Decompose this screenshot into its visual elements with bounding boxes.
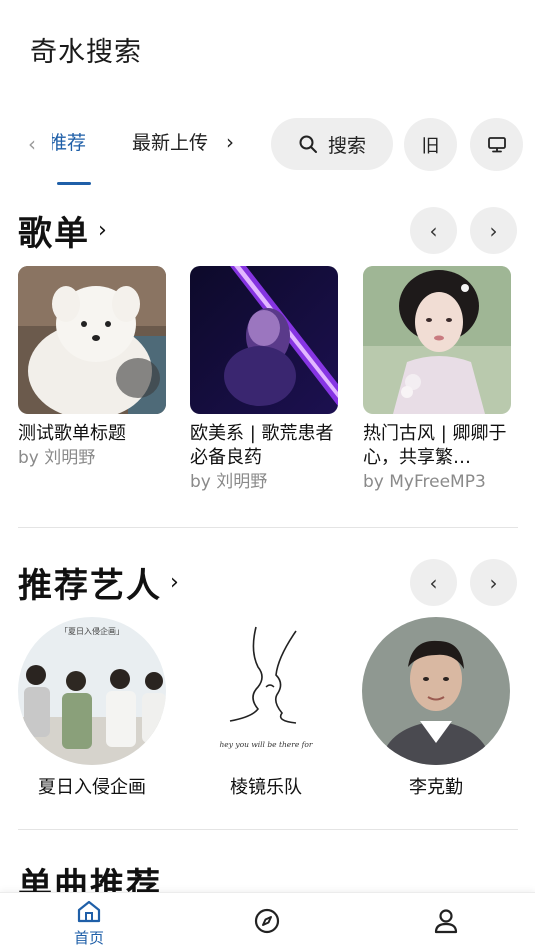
playlist-author: by 刘明野 — [18, 448, 96, 468]
artist-name: 棱镜乐队 — [230, 777, 302, 798]
playlist-card[interactable]: 欧美系 | 歌荒患者必备良药 by 刘明野 — [190, 266, 339, 494]
section-title: 推荐艺人 — [18, 566, 162, 606]
artists-prev-button[interactable]: ‹ — [410, 559, 457, 606]
search-icon — [299, 135, 317, 153]
artists-next-button[interactable]: › — [470, 559, 517, 606]
monitor-icon — [487, 136, 506, 152]
artist-name: 夏日入侵企画 — [38, 777, 146, 798]
old-version-button[interactable]: 旧 — [404, 118, 457, 171]
tab-list: 推荐 最新上传 — [52, 128, 224, 162]
playlist-author: by 刘明野 — [190, 472, 268, 492]
playlists-next-button[interactable]: › — [470, 207, 517, 254]
nav-profile[interactable] — [406, 907, 486, 939]
section-divider — [18, 527, 518, 528]
chevron-right-icon: › — [489, 570, 498, 595]
chevron-right-icon: › — [489, 218, 498, 243]
cover-banner-text: 「夏日入侵企画」 — [60, 626, 124, 636]
playlist-card[interactable]: 热门古风 | 卿卿于心，共享繁… by MyFreeMP3 — [363, 266, 512, 494]
section-title: 歌单 — [18, 214, 90, 254]
playlist-cover-neon — [190, 266, 338, 414]
section-title: 单曲推荐 — [18, 866, 162, 892]
playlist-cover-guofeng — [363, 266, 511, 414]
chevron-left-icon[interactable]: ‹ — [28, 132, 36, 156]
singles-title-link[interactable]: 单曲推荐 — [18, 858, 162, 892]
playlist-card[interactable]: 测试歌单标题 by 刘明野 — [18, 266, 167, 470]
artist-name: 李克勤 — [409, 777, 463, 798]
chevron-left-icon: ‹ — [429, 570, 438, 595]
active-tab-indicator — [57, 182, 91, 185]
sketch-caption-text: hey you will be there for — [219, 740, 312, 749]
nav-home-label: 首页 — [73, 929, 104, 947]
playlists-prev-button[interactable]: ‹ — [410, 207, 457, 254]
chevron-right-icon: › — [98, 218, 109, 243]
playlist-title: 热门古风 | 卿卿于心，共享繁… — [363, 423, 507, 468]
playlists-section-header: 歌单 › ‹ › — [18, 206, 518, 256]
artist-avatar-portrait — [362, 617, 510, 765]
top-tab-bar: ‹ 推荐 最新上传 › 搜索 旧 — [0, 112, 535, 188]
chevron-left-icon: ‹ — [429, 218, 438, 243]
artists-section-header: 推荐艺人 › ‹ › — [18, 558, 518, 608]
bottom-navigation: 首页 — [0, 892, 535, 951]
artist-card[interactable]: hey you will be there for 棱镜乐队 — [191, 617, 341, 799]
artist-avatar-band: 「夏日入侵企画」 — [18, 617, 166, 765]
chevron-right-icon[interactable]: › — [226, 130, 234, 154]
singles-section-header: 单曲推荐 — [18, 858, 518, 892]
section-divider — [18, 829, 518, 830]
user-icon — [434, 909, 458, 934]
nav-home[interactable]: 首页 — [49, 899, 129, 948]
chevron-right-icon: › — [170, 570, 181, 595]
nav-discover[interactable] — [227, 907, 307, 939]
tab-latest-uploads[interactable]: 最新上传 — [132, 128, 208, 155]
artist-card[interactable]: 「夏日入侵企画」 夏日入侵企画 — [17, 617, 167, 799]
compass-icon — [254, 908, 280, 934]
search-label: 搜索 — [327, 134, 366, 157]
playlist-cover-dog — [18, 266, 166, 414]
artist-card[interactable]: 李克勤 — [361, 617, 511, 799]
playlist-title: 欧美系 | 歌荒患者必备良药 — [190, 423, 334, 468]
old-version-label: 旧 — [421, 135, 440, 157]
playlists-title-link[interactable]: 歌单 › — [18, 206, 109, 255]
playlist-title: 测试歌单标题 — [18, 423, 126, 444]
search-button[interactable]: 搜索 — [271, 118, 393, 170]
home-icon — [77, 900, 101, 923]
app-title: 奇水搜索 — [30, 37, 142, 68]
tab-recommended[interactable]: 推荐 — [52, 128, 86, 155]
artists-title-link[interactable]: 推荐艺人 › — [18, 558, 181, 607]
artist-avatar-sketch: hey you will be there for — [192, 617, 340, 765]
display-button[interactable] — [470, 118, 523, 171]
playlist-author: by MyFreeMP3 — [363, 472, 486, 492]
